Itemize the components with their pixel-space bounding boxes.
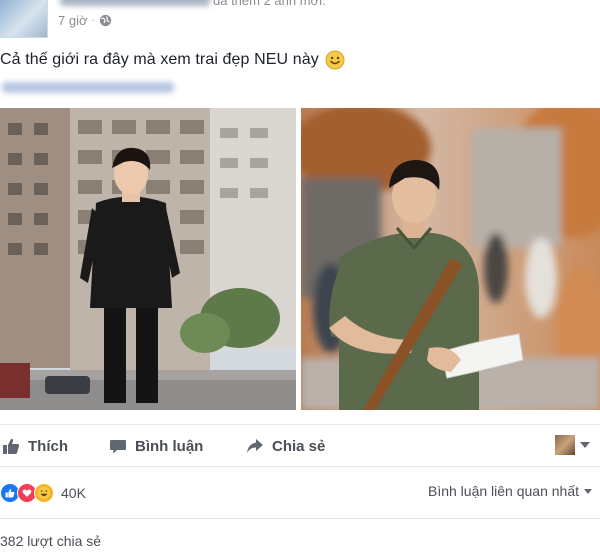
viewer-avatar[interactable] <box>555 435 575 455</box>
post-meta: 7 giờ · <box>58 13 112 28</box>
thumbs-up-icon <box>3 438 20 454</box>
tagged-text-blurred[interactable] <box>2 82 174 93</box>
divider-bottom <box>0 518 600 519</box>
chevron-down-icon <box>584 488 592 494</box>
reaction-count: 40K <box>61 485 86 501</box>
comment-sort-dropdown[interactable]: Bình luận liên quan nhất <box>428 483 592 499</box>
comment-button[interactable]: Bình luận <box>109 428 203 464</box>
like-button[interactable]: Thích <box>2 428 68 464</box>
divider-top <box>0 424 600 425</box>
haha-reaction-icon <box>34 483 54 503</box>
share-label: Chia sẻ <box>272 437 326 455</box>
post-photo-2[interactable] <box>301 108 600 410</box>
meta-separator: · <box>91 15 95 26</box>
share-count[interactable]: 382 lượt chia sẻ <box>0 533 101 549</box>
post-photo-1[interactable] <box>0 108 296 410</box>
photo-man-black-suit-street <box>0 108 296 410</box>
share-arrow-icon <box>247 439 263 453</box>
photo-man-green-polo-book <box>301 108 600 410</box>
reaction-summary[interactable]: 40K <box>0 481 86 505</box>
post-timestamp[interactable]: 7 giờ <box>58 13 88 28</box>
comment-sort-label: Bình luận liên quan nhất <box>427 483 579 499</box>
chevron-down-icon[interactable] <box>580 442 590 448</box>
comment-bubble-icon <box>110 440 126 454</box>
divider-middle <box>0 466 600 467</box>
globe-icon[interactable] <box>99 14 112 27</box>
comment-label: Bình luận <box>135 437 204 455</box>
post-action-bar: Thích Bình luận Chia sẻ <box>0 428 600 464</box>
share-button[interactable]: Chia sẻ <box>246 428 325 464</box>
header-action-text: đã thêm 2 ảnh mới. <box>213 0 326 8</box>
post-message-text: Cả thế giới ra đây mà xem trai đẹp NEU n… <box>0 51 319 68</box>
post-message: Cả thế giới ra đây mà xem trai đẹp NEU n… <box>0 50 345 70</box>
smiley-icon <box>325 50 345 70</box>
post-header: đã thêm 2 ảnh mới. 7 giờ · <box>0 0 600 38</box>
author-name-blurred[interactable] <box>60 0 210 6</box>
author-avatar[interactable] <box>0 0 48 38</box>
like-label: Thích <box>28 437 68 455</box>
